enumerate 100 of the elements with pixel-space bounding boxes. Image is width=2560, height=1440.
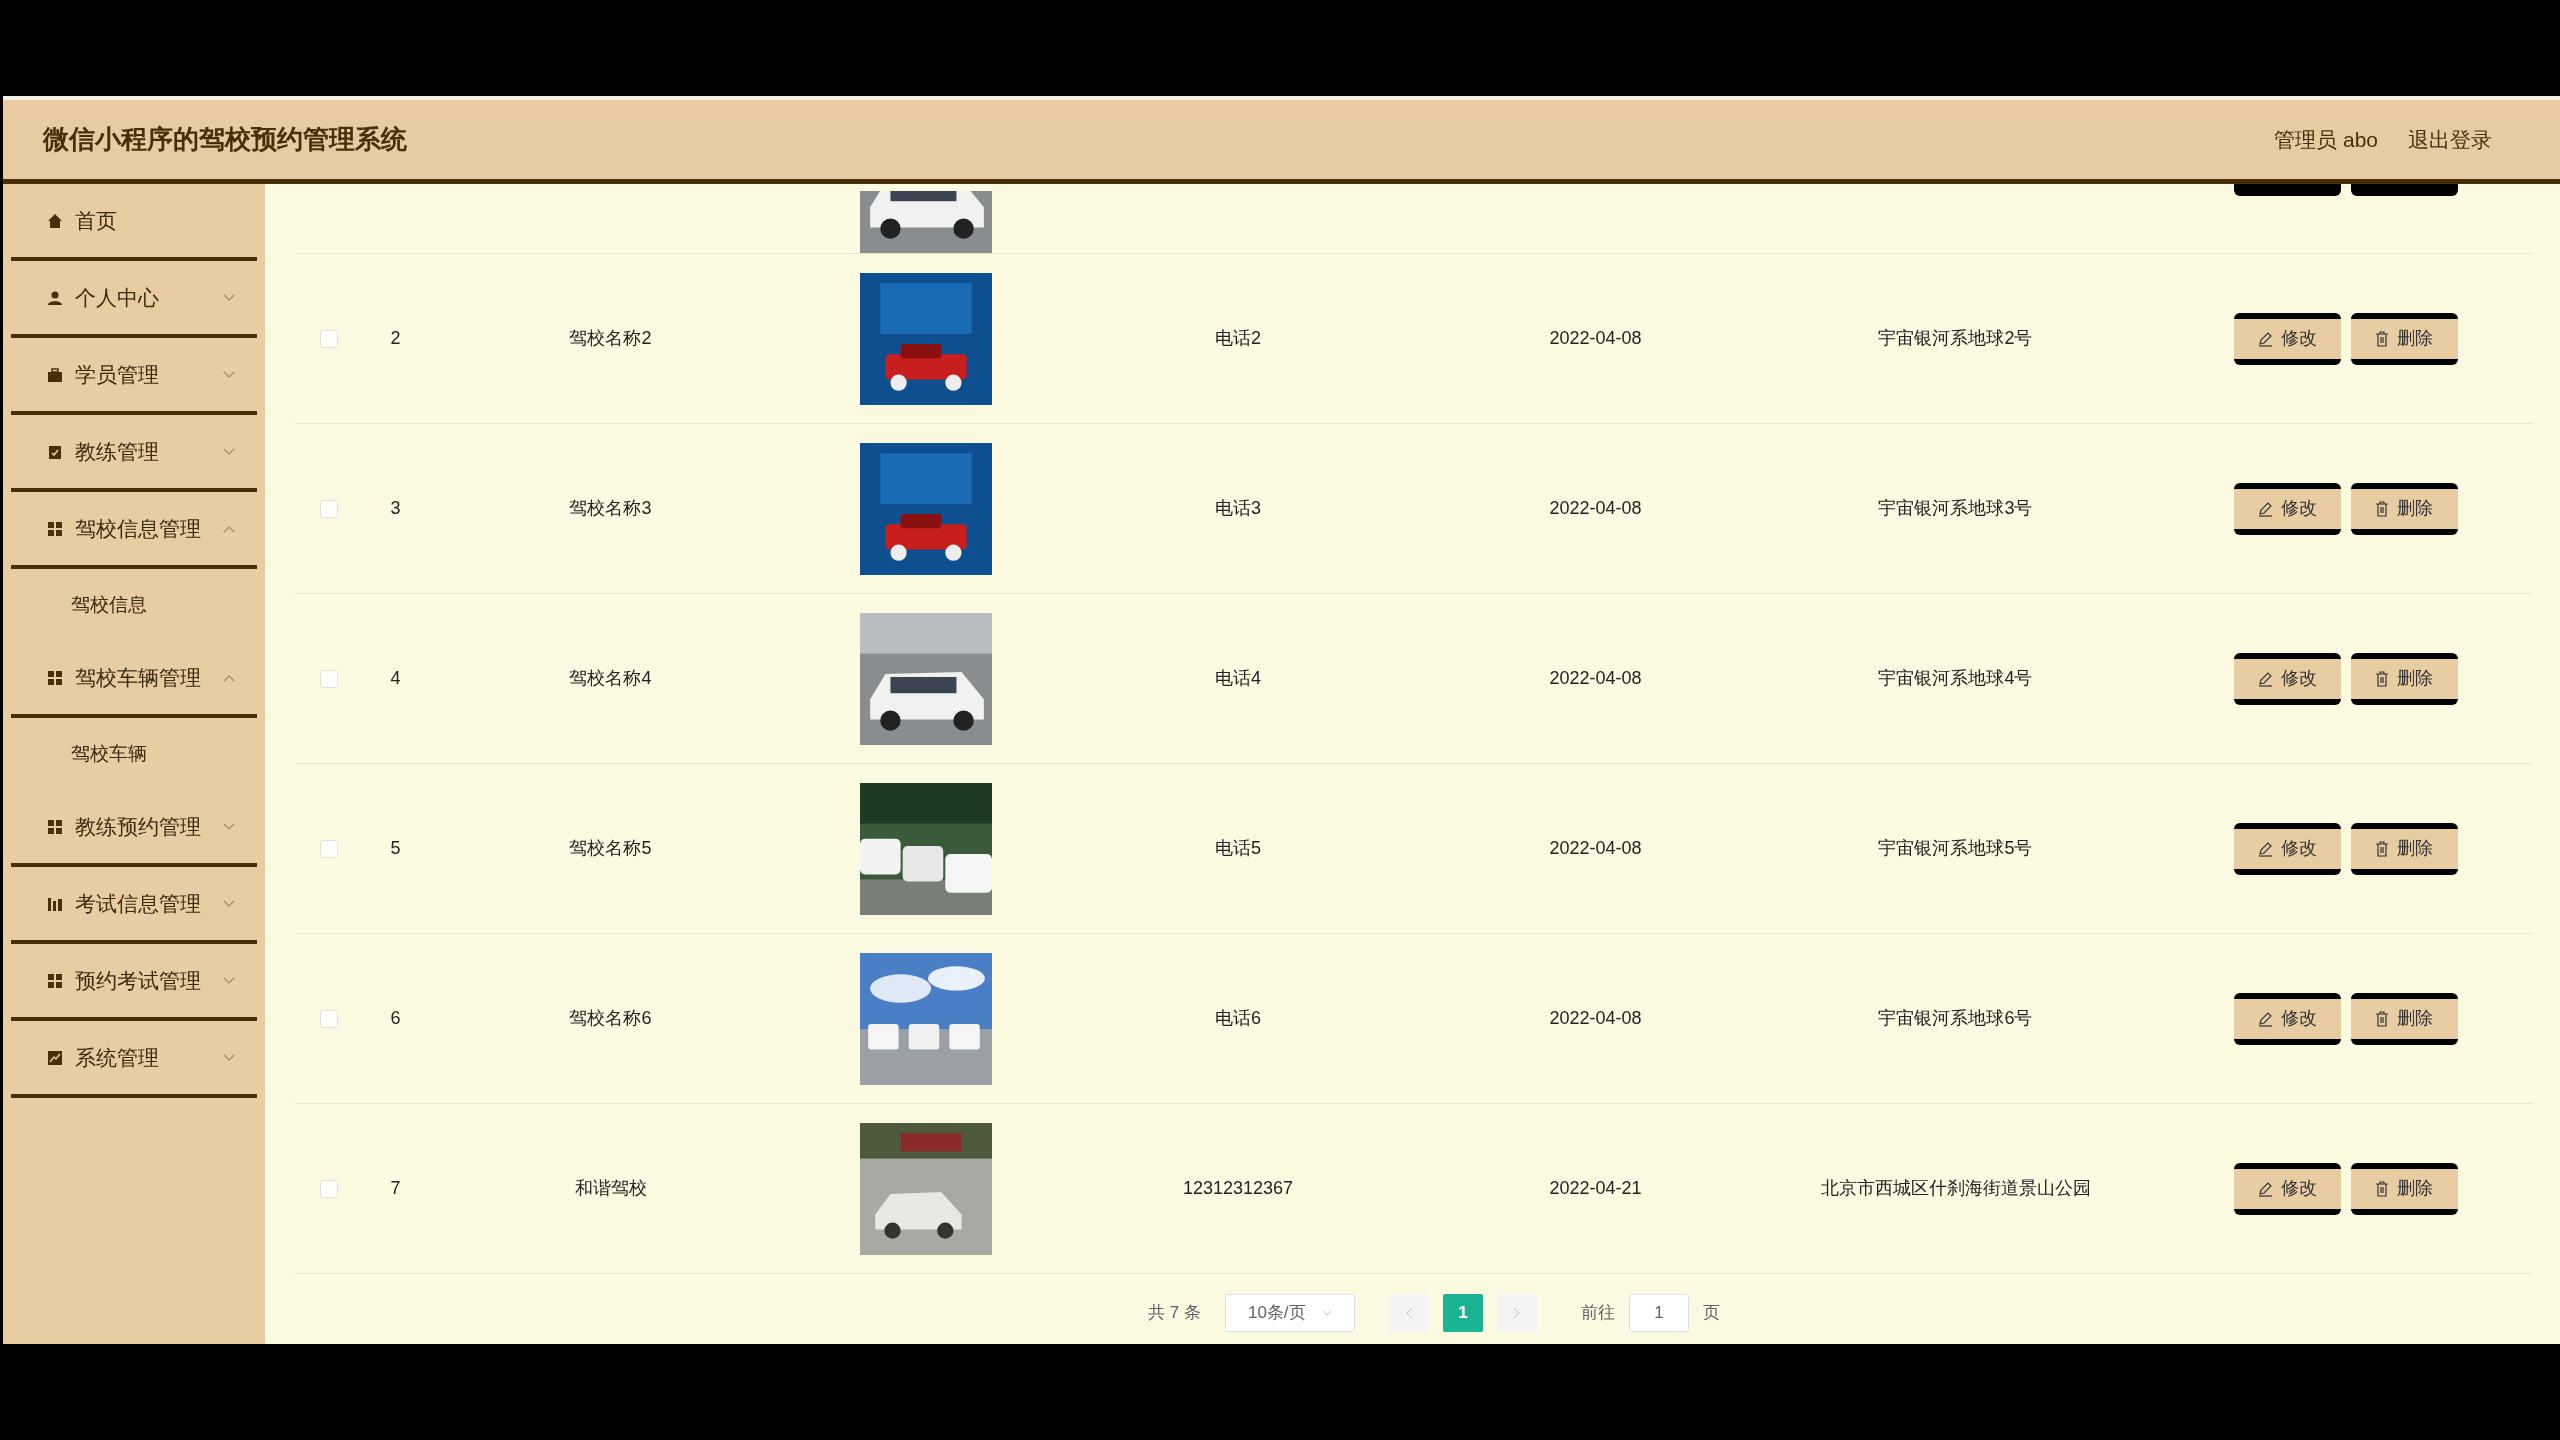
sidebar-submenu-item[interactable]: 驾校车辆 (11, 718, 257, 790)
trash-icon (2375, 840, 2389, 857)
pencil-icon (2257, 840, 2273, 857)
table-cell-text: 宇宙银河系地球5号 (1878, 837, 2033, 860)
user-icon (47, 289, 63, 306)
edit-button[interactable]: 修改 (2233, 1162, 2341, 1215)
chart-icon (47, 895, 63, 912)
sidebar-menu-item[interactable]: 系统管理 (11, 1021, 257, 1098)
app-title: 微信小程序的驾校预约管理系统 (43, 123, 407, 156)
trash-icon (2375, 670, 2389, 687)
goto-label: 前往 (1580, 1302, 1615, 1325)
chevron-right-icon (1512, 1307, 1521, 1319)
delete-button[interactable]: 删除 (2350, 992, 2458, 1045)
row-checkbox[interactable] (320, 499, 338, 518)
prev-page-button[interactable] (1388, 1294, 1429, 1332)
line-chart-icon (47, 1049, 63, 1066)
trash-icon (2375, 1180, 2389, 1197)
sidebar-menu-item[interactable]: 首页 (11, 184, 257, 261)
chevron-icon (223, 673, 235, 682)
edit-button[interactable]: 修改 (2233, 652, 2341, 705)
edit-button[interactable]: 修改 (2233, 992, 2341, 1045)
pencil-icon (2257, 1010, 2273, 1027)
page-size-select[interactable]: 10条/页 (1224, 1294, 1355, 1332)
chevron-icon (223, 1053, 235, 1062)
row-checkbox[interactable] (320, 1179, 338, 1198)
sidebar-menu-item[interactable]: 教练预约管理 (11, 790, 257, 867)
sidebar-menu-item[interactable]: 驾校信息管理 (11, 492, 257, 569)
table-cell-text: 宇宙银河系地球2号 (1878, 327, 2033, 350)
pencil-icon (2257, 1180, 2273, 1197)
sidebar-menu-item[interactable]: 教练管理 (11, 415, 257, 492)
sidebar-menu-item[interactable]: 预约考试管理 (11, 944, 257, 1021)
grid-icon (47, 972, 63, 989)
table-cell-text: 2022-04-08 (1549, 327, 1642, 350)
sidebar-submenu-item[interactable]: 驾校信息 (11, 569, 257, 641)
grid-icon (47, 520, 63, 537)
chevron-icon (223, 370, 235, 379)
table-cell-text: 宇宙银河系地球4号 (1878, 667, 2033, 690)
total-count: 共 7 条 (1148, 1302, 1201, 1325)
table-cell-text: 宇宙银河系地球6号 (1878, 1007, 2033, 1030)
table-cell-text: 2022-04-08 (1549, 1007, 1642, 1030)
sidebar-menu-item[interactable]: 学员管理 (11, 338, 257, 415)
table-cell-text: 宇宙银河系地球3号 (1878, 497, 2033, 520)
table-cell-text: 电话3 (1215, 497, 1261, 520)
chevron-icon (223, 524, 235, 533)
row-checkbox[interactable] (320, 839, 338, 858)
delete-button[interactable]: 删除 (2350, 652, 2458, 705)
table-cell-text: 和谐驾校 (574, 1177, 647, 1200)
next-page-button[interactable] (1496, 1294, 1537, 1332)
grid-icon (47, 818, 63, 835)
table-cell-text: 电话6 (1215, 1007, 1261, 1030)
pencil-icon (2257, 500, 2273, 517)
table-cell-text: 电话5 (1215, 837, 1261, 860)
delete-button[interactable]: 删除 (2350, 482, 2458, 535)
table-cell-text: 2022-04-08 (1549, 837, 1642, 860)
trash-icon (2375, 1010, 2389, 1027)
trash-icon (2375, 330, 2389, 347)
row-checkbox[interactable] (320, 669, 338, 688)
table-cell-text: 电话4 (1215, 667, 1261, 690)
logout-link[interactable]: 退出登录 (2408, 123, 2492, 156)
table-cell-text: 3 (390, 497, 401, 520)
edit-button[interactable]: 修改 (2233, 312, 2341, 365)
delete-button[interactable]: 删除 (2350, 312, 2458, 365)
table-cell-text: 北京市西城区什刹海街道景山公园 (1820, 1177, 2091, 1200)
table-cell-text: 2022-04-08 (1549, 497, 1642, 520)
grid-icon (47, 669, 63, 686)
sidebar-menu-item[interactable]: 个人中心 (11, 261, 257, 338)
briefcase-icon (47, 366, 63, 383)
table-cell-text: 2022-04-21 (1549, 1177, 1642, 1200)
table-cell-text: 6 (390, 1007, 401, 1030)
chevron-icon (223, 899, 235, 908)
edit-button[interactable]: 修改 (2233, 482, 2341, 535)
pencil-icon (2257, 670, 2273, 687)
table-cell-text: 2 (390, 327, 401, 350)
delete-button[interactable]: 删除 (2350, 1162, 2458, 1215)
chevron-icon (1321, 1310, 1332, 1316)
table-cell-text: 电话2 (1215, 327, 1261, 350)
home-icon (47, 212, 63, 229)
row-checkbox[interactable] (320, 1009, 338, 1028)
chevron-left-icon (1404, 1307, 1413, 1319)
sidebar-menu-item[interactable]: 驾校车辆管理 (11, 641, 257, 718)
table-cell-text: 2022-04-08 (1549, 667, 1642, 690)
edit-button[interactable]: 修改 (2233, 822, 2341, 875)
page-jump-field[interactable]: 1 (1628, 1294, 1689, 1332)
clipboard-check-icon (47, 443, 63, 460)
admin-user: 管理员 abo (2274, 126, 2378, 153)
table-cell-text: 12312312367 (1182, 1177, 1294, 1200)
chevron-icon (223, 976, 235, 985)
trash-icon (2375, 500, 2389, 517)
chevron-icon (223, 293, 235, 302)
delete-button[interactable]: 删除 (2350, 822, 2458, 875)
table-cell-text: 5 (390, 837, 401, 860)
table-cell-text: 驾校名称6 (569, 1007, 652, 1030)
row-checkbox[interactable] (320, 329, 338, 348)
chevron-icon (223, 447, 235, 456)
pencil-icon (2257, 330, 2273, 347)
sidebar-menu-item[interactable]: 考试信息管理 (11, 867, 257, 944)
table-cell-text: 驾校名称5 (569, 837, 652, 860)
chevron-icon (223, 822, 235, 831)
table-cell-text: 驾校名称4 (569, 667, 652, 690)
table-cell-text: 驾校名称2 (569, 327, 652, 350)
